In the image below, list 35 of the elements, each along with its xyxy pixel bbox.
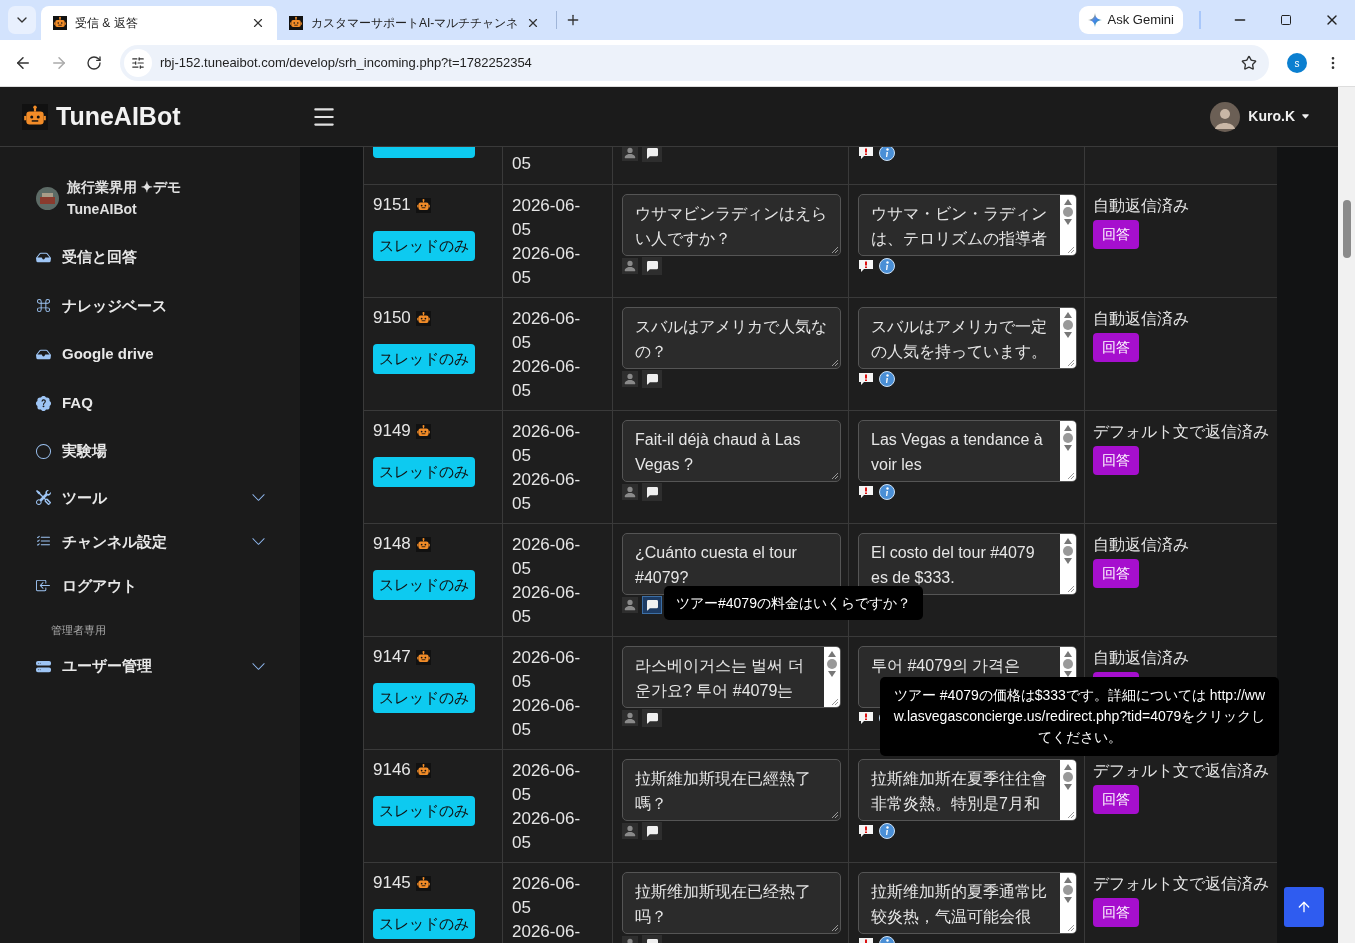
date-text: 2026-06-05 — [512, 308, 582, 354]
date-text: 2026-06-05 — [512, 695, 582, 741]
reply-status: 自動返信済み — [1093, 535, 1190, 555]
reply-status: デフォルト文で返信済み — [1093, 422, 1269, 442]
message-id: 9145 — [373, 872, 411, 895]
date-text: 2026-06-05 — [512, 469, 582, 515]
date-text: 2026-06-05 — [512, 421, 582, 467]
date-text: 2026-06-05 — [512, 195, 582, 241]
reply-status: デフォルト文で返信済み — [1093, 874, 1269, 894]
date-text: 2026-06-05 — [512, 760, 582, 806]
account-name: 旅行業界用 ✦デモ — [67, 178, 181, 197]
message-id: 9148 — [373, 533, 411, 556]
message-id: 9150 — [373, 307, 411, 330]
message-id: 9147 — [373, 646, 411, 669]
date-text: 2026-06- — [512, 921, 582, 943]
message-id: 9149 — [373, 420, 411, 443]
date-text: 2026-06-05 — [512, 808, 582, 854]
section-label: 管理者専用 — [50, 622, 107, 638]
tooltip: ツアー#4079の料金はいくらですか？ — [664, 586, 923, 620]
reply-status: 自動返信済み — [1093, 196, 1190, 216]
date-text: 05 — [512, 153, 532, 175]
date-text: 2026-06-05 — [512, 647, 582, 693]
reply-status: 自動返信済み — [1093, 648, 1190, 668]
date-text: 2026-06-05 — [512, 582, 582, 628]
account-name: TuneAIBot — [67, 200, 138, 219]
brand-name: TuneAIBot — [56, 100, 181, 132]
reply-status: 自動返信済み — [1093, 309, 1190, 329]
date-text: 2026-06-05 — [512, 243, 582, 289]
tooltip: ツアー #4079の価格は$333です。詳細については http://www.lasvegasconcierge.us/redirect.php?tid=4079をクリックしてください。 — [880, 677, 1279, 756]
date-text: 2026-06-05 — [512, 356, 582, 402]
date-text: 2026-06-05 — [512, 873, 582, 919]
message-id: 9151 — [373, 194, 411, 217]
message-id: 9146 — [373, 759, 411, 782]
reply-status: デフォルト文で返信済み — [1093, 761, 1269, 781]
date-text: 2026-06-05 — [512, 534, 582, 580]
